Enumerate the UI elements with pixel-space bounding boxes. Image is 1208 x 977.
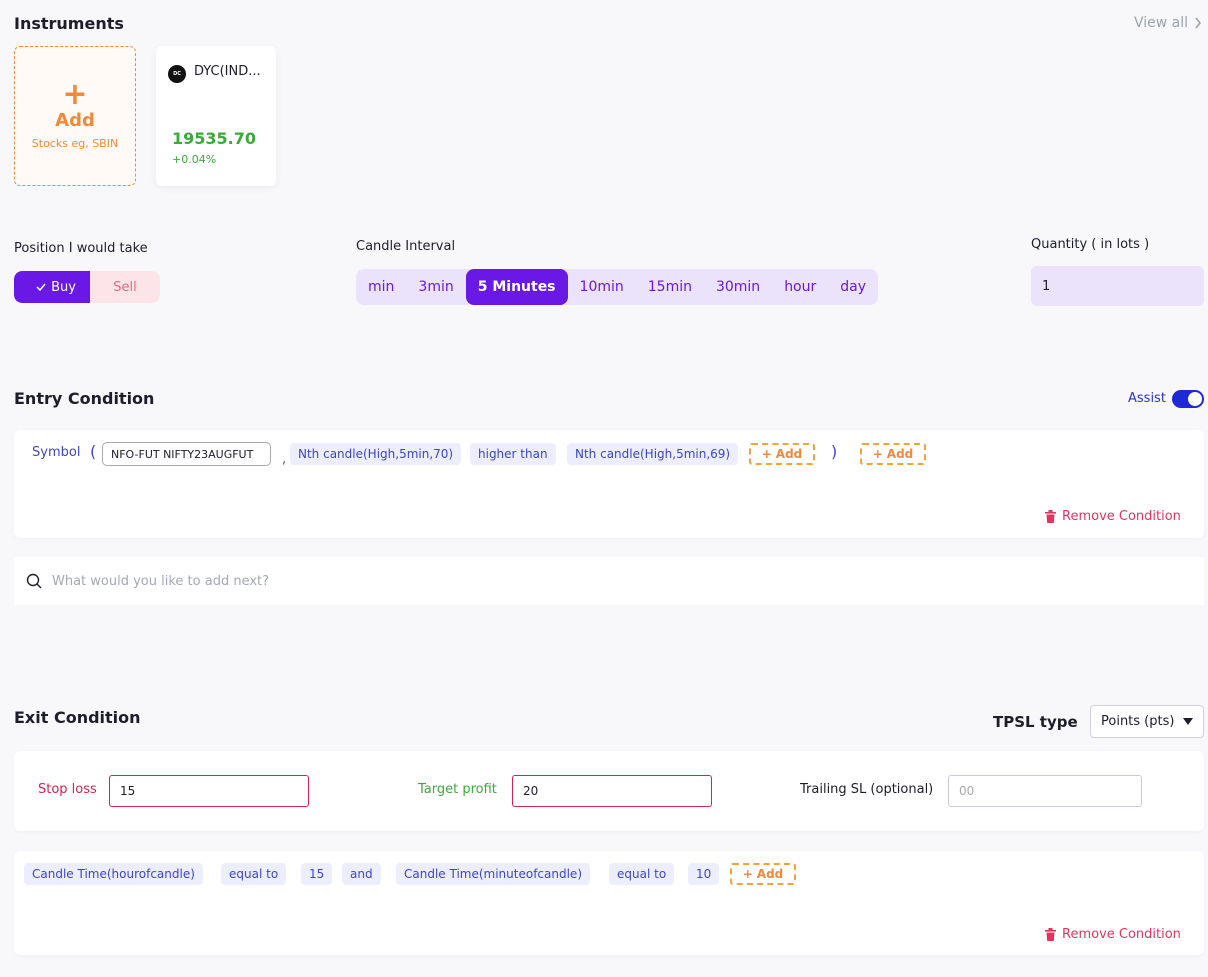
condition-chip-nth-candle-70[interactable]: Nth candle(High,5min,70) [290,443,462,465]
instrument-card[interactable]: DC DYC(IND... 19535.70 +0.04% [156,46,276,186]
plus-icon: + [872,447,883,461]
tpsl-type-value: Points (pts) [1101,714,1175,729]
quantity-label: Quantity ( in lots ) [1031,237,1150,252]
trash-icon [1045,928,1056,941]
remove-entry-condition-button[interactable]: Remove Condition [1045,509,1181,524]
instrument-name: DYC(IND... [194,64,261,79]
symbol-input[interactable]: NFO-FUT NIFTY23AUGFUT [102,442,271,466]
add-exit-condition-button[interactable]: + Add [730,863,796,885]
condition-chip-minute-of-candle[interactable]: Candle Time(minuteofcandle) [396,863,590,885]
condition-chip-higher-than[interactable]: higher than [470,443,556,465]
plus-icon: + [62,77,88,112]
add-label: Add [775,447,803,461]
add-next-search-input[interactable] [52,573,652,589]
check-icon [36,283,46,291]
view-all-label: View all [1134,15,1189,31]
trash-icon [1045,510,1056,523]
interval-option-hour[interactable]: hour [772,269,828,305]
position-label: Position I would take [14,241,148,256]
condition-chip-nth-candle-69[interactable]: Nth candle(High,5min,69) [567,443,739,465]
instrument-logo-icon: DC [168,65,186,83]
plus-icon: + [742,867,753,881]
trailing-sl-label: Trailing SL (optional) [800,782,934,797]
interval-option-30min[interactable]: 30min [704,269,772,305]
condition-chip-equal-to[interactable]: equal to [221,863,287,885]
remove-exit-condition-button[interactable]: Remove Condition [1045,927,1181,942]
view-all-link[interactable]: View all [1134,15,1202,31]
quantity-input[interactable]: 1 [1031,266,1204,306]
tpsl-type-select[interactable]: Points (pts) [1090,705,1204,738]
buy-button[interactable]: Buy [14,271,98,303]
interval-option-5-minutes[interactable]: 5 Minutes [465,269,568,305]
position-toggle: Buy Sell [14,271,160,303]
buy-label: Buy [51,279,76,295]
entry-condition-title: Entry Condition [14,389,155,408]
add-inner-condition-button[interactable]: + Add [749,443,815,465]
tpsl-type-label: TPSL type [993,713,1078,731]
comma-separator: , [282,452,287,467]
interval-option-3min[interactable]: 3min [406,269,465,305]
target-profit-label: Target profit [418,782,497,797]
target-profit-input[interactable]: 20 [512,775,712,807]
condition-chip-value-10[interactable]: 10 [688,863,720,885]
symbol-label: Symbol [32,445,81,460]
exit-condition-card: Candle Time(hourofcandle) equal to 15 an… [14,851,1204,955]
plus-icon: + [761,447,772,461]
condition-chip-hour-of-candle[interactable]: Candle Time(hourofcandle) [24,863,203,885]
add-instrument-label: Add [55,110,95,131]
remove-condition-label: Remove Condition [1062,509,1181,524]
condition-chip-and[interactable]: and [342,863,381,885]
trailing-sl-input[interactable]: 00 [948,775,1142,807]
stop-loss-input[interactable]: 15 [109,775,309,807]
instruments-title: Instruments [14,14,124,33]
candle-interval-selector: min 3min 5 Minutes 10min 15min 30min hou… [356,269,879,305]
condition-chip-value-15[interactable]: 15 [301,863,333,885]
chevron-right-icon [1195,17,1202,29]
interval-option-10min[interactable]: 10min [568,269,636,305]
tpsl-card: Stop loss 15 Target profit 20 Trailing S… [14,751,1204,831]
add-instrument-hint: Stocks eg, SBIN [31,137,119,150]
add-label: Add [886,447,914,461]
condition-chip-equal-to-2[interactable]: equal to [609,863,675,885]
candle-interval-label: Candle Interval [356,239,456,254]
remove-condition-label: Remove Condition [1062,927,1181,942]
interval-option-day[interactable]: day [828,269,878,305]
add-next-search [14,557,1204,605]
interval-option-min[interactable]: min [356,269,406,305]
close-paren: ) [831,442,838,461]
stop-loss-label: Stop loss [38,782,97,797]
instrument-change: +0.04% [172,153,217,166]
caret-down-icon [1183,718,1193,725]
sell-button[interactable]: Sell [90,271,160,303]
add-label: Add [756,867,784,881]
add-condition-button[interactable]: + Add [860,443,926,465]
assist-label: Assist [1128,391,1166,406]
instrument-price: 19535.70 [172,129,257,148]
open-paren: ( [90,442,97,461]
entry-condition-card: Symbol ( NFO-FUT NIFTY23AUGFUT , Nth can… [14,430,1204,538]
add-instrument-card[interactable]: + Add Stocks eg, SBIN [14,46,136,186]
assist-toggle[interactable] [1172,390,1204,408]
interval-option-15min[interactable]: 15min [636,269,704,305]
search-icon [26,573,42,589]
exit-condition-title: Exit Condition [14,708,141,727]
